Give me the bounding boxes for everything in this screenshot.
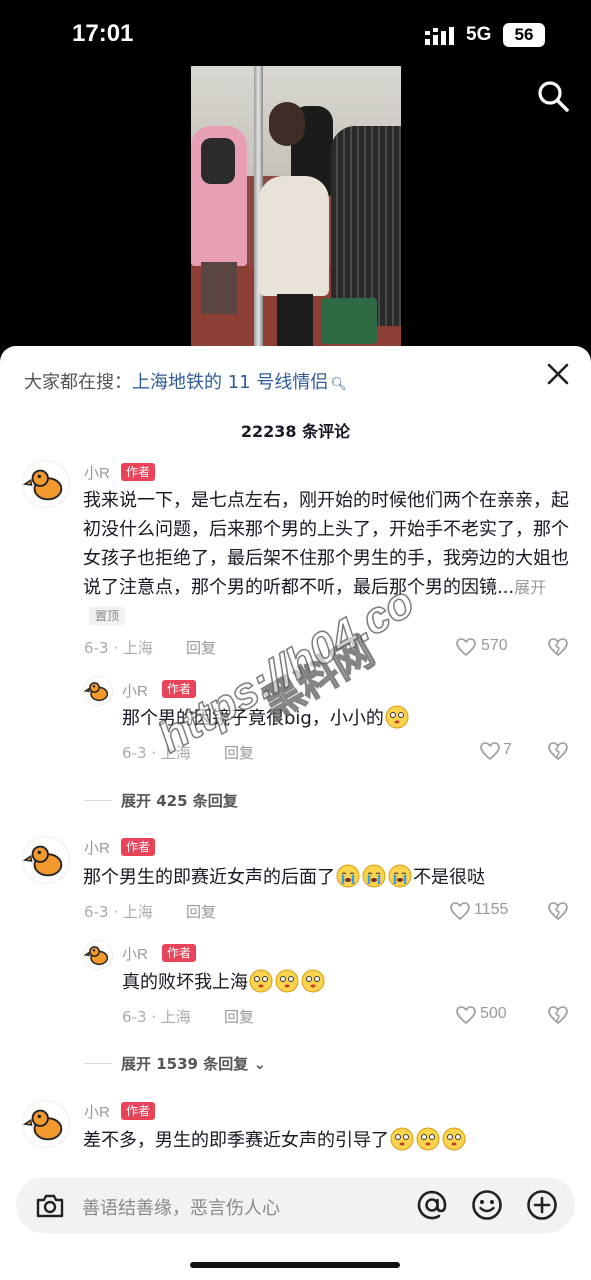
reply-author[interactable]: 小R bbox=[122, 943, 148, 964]
comment-body: 那个男生的即赛近女声的后面了 bbox=[83, 867, 335, 888]
like-heart-icon[interactable] bbox=[456, 638, 476, 656]
avatar[interactable] bbox=[22, 1100, 70, 1148]
comment-author[interactable]: 小R bbox=[84, 462, 110, 483]
author-badge: 作者 bbox=[162, 944, 197, 962]
duck-avatar-icon bbox=[84, 682, 109, 702]
video-figure bbox=[259, 176, 329, 296]
expand-divider bbox=[84, 800, 112, 801]
author-badge: 作者 bbox=[121, 1102, 156, 1120]
video-backpack bbox=[201, 138, 235, 184]
avatar[interactable] bbox=[83, 676, 113, 706]
like-count: 500 bbox=[480, 1005, 507, 1022]
home-indicator[interactable] bbox=[190, 1262, 400, 1268]
reply-button[interactable]: 回复 bbox=[186, 901, 216, 922]
expand-replies-button[interactable]: 展开 1539 条回复 ⌄ bbox=[121, 1053, 266, 1074]
video-figure bbox=[277, 294, 313, 354]
dislike-broken-heart-icon[interactable] bbox=[548, 902, 568, 920]
author-badge: 作者 bbox=[121, 838, 156, 856]
comment-text[interactable]: 我来说一下，是七点左右，刚开始的时候他们两个在亲亲，起初没什么问题，后来那个男的… bbox=[83, 486, 569, 631]
video-figure bbox=[269, 102, 305, 146]
avatar[interactable] bbox=[83, 940, 113, 970]
battery-indicator: 56 bbox=[503, 23, 545, 47]
comment-author[interactable]: 小R bbox=[84, 837, 110, 858]
add-plus-icon[interactable] bbox=[525, 1188, 559, 1222]
search-small-icon: 🔍︎ bbox=[330, 377, 347, 392]
expand-text-link[interactable]: 展开 bbox=[514, 578, 546, 597]
reply-body: 真的败坏我上海 bbox=[122, 972, 248, 993]
comment-body-suffix: 不是很哒 bbox=[413, 867, 485, 888]
duck-avatar-icon bbox=[23, 845, 63, 877]
search-icon[interactable] bbox=[535, 78, 571, 114]
video-bag bbox=[321, 298, 377, 344]
reply-button[interactable]: 回复 bbox=[224, 1006, 254, 1027]
close-icon[interactable] bbox=[545, 361, 571, 387]
expand-replies-button[interactable]: 展开 425 条回复 bbox=[121, 790, 238, 811]
search-suggestion-query[interactable]: 上海地铁的 11 号线情侣 bbox=[132, 372, 328, 393]
blushing-emoji-icon bbox=[390, 1127, 414, 1151]
reply-button[interactable]: 回复 bbox=[224, 742, 254, 763]
crying-emoji-icon bbox=[336, 864, 360, 888]
reply-date-location: 6-3 · 上海 bbox=[122, 1008, 191, 1026]
avatar[interactable] bbox=[22, 836, 70, 884]
like-count: 7 bbox=[503, 741, 512, 758]
blushing-emoji-icon bbox=[385, 705, 409, 729]
duck-avatar-icon bbox=[84, 946, 109, 966]
like-count: 570 bbox=[481, 637, 508, 654]
mention-at-icon[interactable] bbox=[415, 1188, 449, 1222]
pinned-badge: 置顶 bbox=[89, 607, 126, 625]
reply-button[interactable]: 回复 bbox=[186, 637, 216, 658]
comment-author[interactable]: 小R bbox=[84, 1101, 110, 1122]
dislike-broken-heart-icon[interactable] bbox=[548, 638, 568, 656]
crying-emoji-icon bbox=[388, 864, 412, 888]
comment-count: 22238 条评论 bbox=[240, 422, 351, 441]
blushing-emoji-icon bbox=[275, 969, 299, 993]
author-badge: 作者 bbox=[121, 463, 156, 481]
like-heart-icon[interactable] bbox=[456, 1006, 476, 1024]
camera-icon[interactable] bbox=[34, 1190, 66, 1222]
dislike-broken-heart-icon[interactable] bbox=[548, 1006, 568, 1024]
signal-icon bbox=[425, 27, 454, 45]
duck-avatar-icon bbox=[23, 1109, 63, 1141]
expand-replies-label: 展开 1539 条回复 bbox=[121, 1055, 249, 1073]
reply-text[interactable]: 真的败坏我上海 bbox=[122, 968, 562, 997]
comment-sheet: 大家都在搜：上海地铁的 11 号线情侣 🔍︎ 22238 条评论 小R 作者 我来… bbox=[0, 346, 591, 1280]
duck-avatar-icon bbox=[23, 469, 63, 501]
blushing-emoji-icon bbox=[416, 1127, 440, 1151]
video-player[interactable] bbox=[191, 66, 401, 356]
blushing-emoji-icon bbox=[442, 1127, 466, 1151]
like-heart-icon[interactable] bbox=[450, 902, 470, 920]
network-type: 5G bbox=[466, 24, 492, 45]
crying-emoji-icon bbox=[362, 864, 386, 888]
status-time: 17:01 bbox=[72, 20, 134, 47]
comment-body: 我来说一下，是七点左右，刚开始的时候他们两个在亲亲，起初没什么问题，后来那个男的… bbox=[83, 490, 569, 598]
comment-date-location: 6-3 · 上海 bbox=[84, 903, 153, 921]
search-suggestion-label: 大家都在搜： bbox=[24, 372, 132, 393]
chevron-down-icon: ⌄ bbox=[253, 1055, 267, 1073]
blushing-emoji-icon bbox=[301, 969, 325, 993]
dislike-broken-heart-icon[interactable] bbox=[548, 742, 568, 760]
search-suggestion[interactable]: 大家都在搜：上海地铁的 11 号线情侣 🔍︎ bbox=[24, 368, 347, 394]
comment-body: 差不多，男生的即季赛近女声的引导了 bbox=[83, 1130, 389, 1151]
like-count: 1155 bbox=[474, 901, 509, 918]
comment-date-location: 6-3 · 上海 bbox=[84, 639, 153, 657]
video-figure bbox=[331, 126, 401, 326]
comment-text[interactable]: 差不多，男生的即季赛近女声的引导了 bbox=[83, 1126, 569, 1155]
emoji-smile-icon[interactable] bbox=[470, 1188, 504, 1222]
blushing-emoji-icon bbox=[249, 969, 273, 993]
comment-input-placeholder[interactable]: 善语结善缘，恶言伤人心 bbox=[82, 1194, 280, 1220]
status-bar: 17:01 5G 56 bbox=[0, 0, 591, 70]
comment-text[interactable]: 那个男生的即赛近女声的后面了 不是很哒 bbox=[83, 863, 569, 892]
expand-divider bbox=[84, 1063, 112, 1064]
reply-author[interactable]: 小R bbox=[122, 680, 148, 701]
avatar[interactable] bbox=[22, 460, 70, 508]
like-heart-icon[interactable] bbox=[480, 742, 500, 760]
video-figure bbox=[201, 262, 237, 314]
